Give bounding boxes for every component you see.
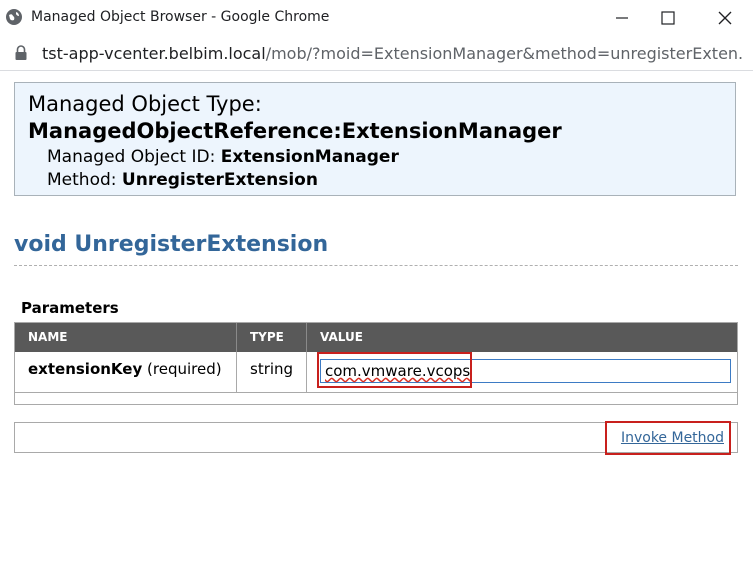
window-titlebar: Managed Object Browser - Google Chrome <box>0 0 753 36</box>
moid-label: Managed Object ID: <box>47 147 216 167</box>
method-title: void UnregisterExtension <box>14 232 329 257</box>
minimize-icon <box>616 17 628 19</box>
method-value: UnregisterExtension <box>121 170 318 190</box>
close-icon <box>718 11 732 25</box>
maximize-button[interactable] <box>642 0 694 36</box>
param-name: extensionKey <box>28 360 143 378</box>
parameters-table: NAME TYPE VALUE extensionKey (required) … <box>14 322 738 405</box>
address-bar[interactable]: tst-app-vcenter.belbim.local/mob/?moid=E… <box>0 36 753 71</box>
column-header-name: NAME <box>15 323 237 352</box>
parameters-label: Parameters <box>21 299 119 317</box>
close-button[interactable] <box>699 0 751 36</box>
managed-object-header: Managed Object Type: ManagedObjectRefere… <box>14 82 736 196</box>
param-name-cell: extensionKey (required) <box>15 352 237 392</box>
table-footer <box>15 393 737 404</box>
invoke-highlight-box <box>605 421 731 455</box>
minimize-button[interactable] <box>596 0 648 36</box>
managed-object-type-label: Managed Object Type: <box>28 92 262 116</box>
globe-icon <box>5 8 23 26</box>
method-row: Method: UnregisterExtension <box>47 170 318 190</box>
maximize-icon <box>661 11 675 25</box>
url-path: /mob/?moid=ExtensionManager&method=unreg… <box>265 44 742 63</box>
input-highlight-box <box>317 352 472 388</box>
param-type: string <box>237 352 307 392</box>
lock-icon[interactable] <box>14 45 28 61</box>
column-header-value: VALUE <box>320 330 363 344</box>
table-header: NAME TYPE VALUE <box>15 323 737 352</box>
managed-object-type-value: ManagedObjectReference:ExtensionManager <box>28 119 562 143</box>
url-host: tst-app-vcenter.belbim.local <box>42 44 266 63</box>
column-header-type: TYPE <box>237 323 307 352</box>
url-text[interactable]: tst-app-vcenter.belbim.local/mob/?moid=E… <box>42 44 742 63</box>
moid-value: ExtensionManager <box>220 147 399 167</box>
method-label: Method: <box>47 170 117 190</box>
window-title: Managed Object Browser - Google Chrome <box>31 9 330 25</box>
param-required: (required) <box>147 360 222 378</box>
divider <box>14 265 738 266</box>
managed-object-id: Managed Object ID: ExtensionManager <box>47 147 399 167</box>
